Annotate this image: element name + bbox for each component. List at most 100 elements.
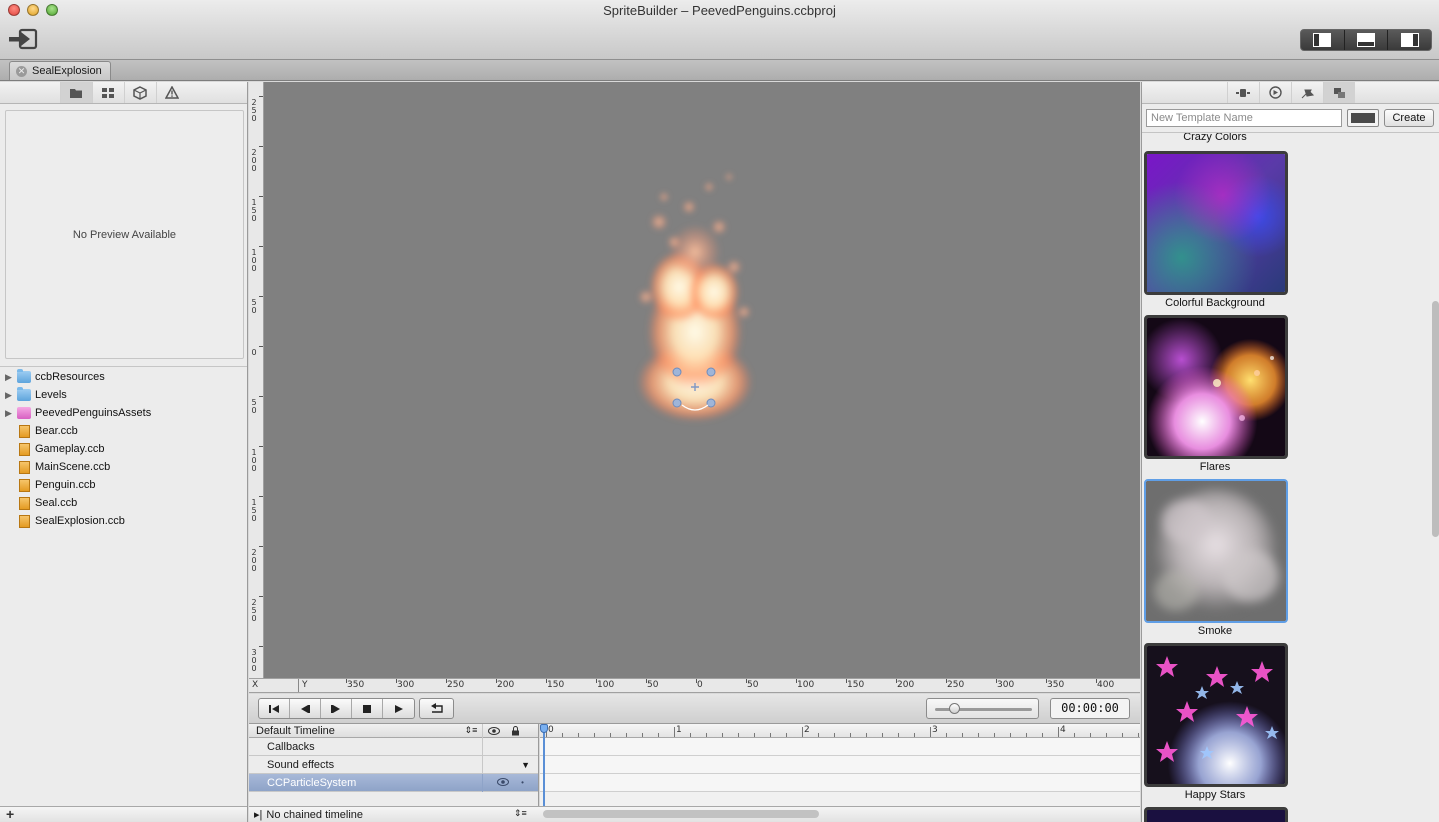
timeline-row-callbacks[interactable]: Callbacks [249, 737, 538, 756]
properties-icon [1236, 88, 1250, 97]
timeline-horizontal-scrollbar[interactable] [543, 810, 819, 818]
track-sound-effects[interactable] [540, 756, 1140, 774]
tree-item-peevedpenguinsassets[interactable]: ▶ PeevedPenguinsAssets [0, 404, 247, 422]
tree-item-ccbresources[interactable]: ▶ ccbResources [0, 368, 247, 386]
timeline-scale[interactable]: 0 1 2 3 4 [540, 724, 1140, 738]
close-icon[interactable]: ✕ [16, 65, 27, 77]
particle-system-node[interactable] [264, 82, 1140, 678]
step-forward-button[interactable] [321, 699, 352, 718]
timeline-select[interactable]: Default Timeline [249, 725, 460, 737]
updown-icon[interactable]: ⇕≡ [514, 808, 527, 819]
zoom-knob[interactable] [949, 703, 961, 714]
disclosure-triangle-icon[interactable]: ▶ [5, 372, 17, 383]
template-thumb-smoke[interactable] [1144, 479, 1288, 623]
lock-toggle[interactable]: • [521, 778, 524, 787]
template-thumb-next[interactable] [1144, 807, 1288, 822]
stop-icon [363, 704, 371, 713]
playhead[interactable] [543, 724, 545, 806]
step-back-button[interactable] [290, 699, 321, 718]
warnings-view-button[interactable] [155, 82, 188, 103]
templates-tab[interactable] [1322, 82, 1355, 103]
layout-right-panel-icon [1400, 33, 1419, 47]
timeline-scale-tick [594, 733, 595, 737]
play-button[interactable] [383, 699, 414, 718]
timeline-scale-tick [962, 733, 963, 737]
row-label: Sound effects [267, 758, 335, 771]
eye-icon[interactable] [497, 777, 510, 788]
timeline-track-area[interactable]: 0 1 2 3 4 [540, 724, 1140, 806]
track-ccparticlesystem[interactable] [540, 774, 1140, 792]
ruler-tick [259, 346, 263, 347]
track-callbacks[interactable] [540, 738, 1140, 756]
components-view-button[interactable] [123, 82, 156, 103]
timeline-scale-label: 1 [676, 725, 682, 735]
grid-view-button[interactable] [91, 82, 124, 103]
template-label: Happy Stars [1184, 789, 1246, 801]
timeline-scale-tick [658, 733, 659, 737]
publish-button[interactable] [7, 27, 39, 51]
template-name-input[interactable] [1146, 109, 1342, 127]
create-template-button[interactable]: Create [1384, 109, 1434, 127]
ruler-tick-label: 0 [697, 680, 703, 690]
ruler-tick-label: 300 [397, 680, 415, 690]
eye-icon[interactable] [482, 723, 504, 738]
template-thumb-happy-stars[interactable] [1144, 643, 1288, 787]
timeline-scale-label: 0 [548, 725, 554, 735]
color-swatch [1351, 113, 1375, 123]
physics-tab[interactable] [1290, 82, 1323, 103]
template-caption: Crazy Colors [1183, 133, 1247, 143]
tree-item-mainscene[interactable]: MainScene.ccb [0, 458, 247, 476]
jump-to-start-button[interactable] [259, 699, 290, 718]
tree-item-sealexplosion[interactable]: SealExplosion.ccb [0, 512, 247, 530]
ruler-tick [346, 679, 347, 683]
timeline-scale-tick [1138, 733, 1139, 737]
template-thumb-colorful-background[interactable] [1144, 151, 1288, 295]
ruler-tick-label: 50 [251, 298, 257, 315]
timeline-row-ccparticlesystem[interactable]: CCParticleSystem • [249, 773, 538, 792]
playhead-handle[interactable] [540, 724, 548, 733]
toggle-right-panel-button[interactable] [1388, 30, 1431, 50]
toggle-bottom-panel-button[interactable] [1345, 30, 1389, 50]
properties-tab[interactable] [1226, 82, 1259, 103]
tab-sealexplosion[interactable]: ✕ SealExplosion [9, 61, 111, 80]
lock-icon[interactable] [504, 724, 526, 738]
tree-item-penguin[interactable]: Penguin.ccb [0, 476, 247, 494]
timeline-scale-tick [626, 733, 627, 737]
folder-icon [70, 88, 82, 98]
tree-item-gameplay[interactable]: Gameplay.ccb [0, 440, 247, 458]
template-color-well[interactable] [1347, 109, 1379, 127]
ruler-tick [259, 146, 263, 147]
ruler-tick-label: 350 [347, 680, 365, 690]
window-title: SpriteBuilder – PeevedPenguins.ccbproj [603, 3, 836, 18]
stop-button[interactable] [352, 699, 383, 718]
tree-item-bear[interactable]: Bear.ccb [0, 422, 247, 440]
stage-canvas[interactable] [264, 82, 1140, 678]
timeline-row-sound-effects[interactable]: Sound effects ▼ [249, 755, 538, 774]
timeline-scale-tick [1026, 733, 1027, 737]
dropdown-arrow-icon[interactable]: ▼ [521, 760, 530, 770]
scrollbar-thumb[interactable] [1432, 301, 1439, 537]
timeline-scale-tick [770, 733, 771, 737]
tree-item-levels[interactable]: ▶ Levels [0, 386, 247, 404]
disclosure-triangle-icon[interactable]: ▶ [5, 408, 17, 419]
template-thumb-flares[interactable] [1144, 315, 1288, 459]
timeline-scale-tick [754, 733, 755, 737]
code-connections-tab[interactable] [1258, 82, 1291, 103]
disclosure-triangle-icon[interactable]: ▶ [5, 390, 17, 401]
file-view-button[interactable] [59, 82, 92, 103]
ruler-tick-label: 400 [1097, 680, 1115, 690]
templates-icon [1333, 87, 1345, 98]
loop-button[interactable] [419, 698, 454, 719]
updown-icon[interactable]: ⇕≡ [460, 725, 482, 736]
template-preview-image [1146, 481, 1286, 621]
timeline-bottom-bar: ▸| No chained timeline ⇕≡ [249, 806, 1140, 822]
horizontal-ruler: X Y 350 300 250 200 150 100 50 0 50 100 150 200 250 300… [249, 678, 1140, 693]
timeline-zoom-slider[interactable] [926, 698, 1039, 719]
ruler-tick-label: 300 [997, 680, 1015, 690]
toggle-left-panel-button[interactable] [1301, 30, 1345, 50]
template-list-scrollbar[interactable] [1430, 133, 1439, 822]
add-resource-button[interactable]: + [6, 806, 14, 822]
ruler-tick-label: 200 [497, 680, 515, 690]
tree-item-seal[interactable]: Seal.ccb [0, 494, 247, 512]
chained-timeline-select[interactable]: ▸| No chained timeline [254, 808, 363, 822]
